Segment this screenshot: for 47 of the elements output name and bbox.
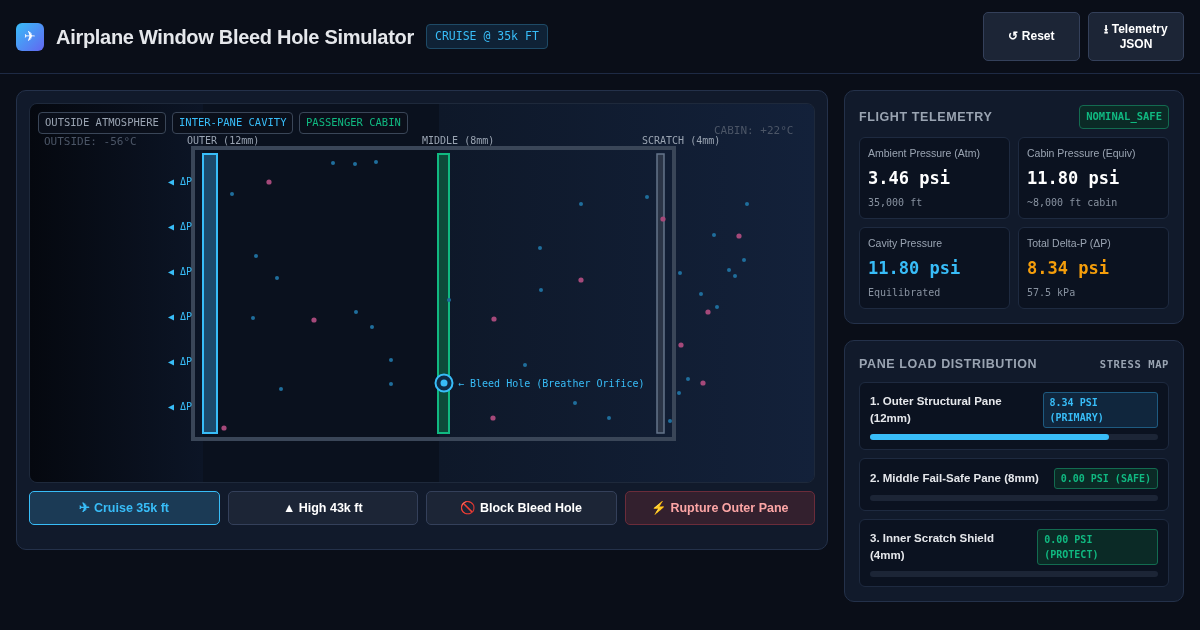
metric-label: Cabin Pressure (Equiv) bbox=[1027, 145, 1137, 161]
zone-legend-chip: OUTSIDE ATMOSPHERE bbox=[38, 112, 166, 134]
pane-name: 2. Middle Fail-Safe Pane (8mm) bbox=[870, 470, 1039, 486]
bleed-hole-label: ← Bleed Hole (Breather Orifice) bbox=[458, 377, 645, 391]
pressure-arrow-label: ◀ ΔP bbox=[168, 355, 193, 369]
metric-value: 3.46 psi bbox=[868, 166, 951, 190]
temperature-label: CABIN: +22°C bbox=[714, 123, 794, 137]
pane-label: MIDDLE (8mm) bbox=[422, 134, 495, 148]
scenario-button[interactable]: ⚡ Rupture Outer Pane bbox=[624, 491, 815, 525]
pressure-arrow-label: ◀ ΔP bbox=[168, 175, 193, 189]
temperature-label: OUTSIDE: -56°C bbox=[44, 134, 137, 150]
metric-label: Ambient Pressure (Atm) bbox=[868, 145, 982, 161]
metric-note: 57.5 kPa bbox=[1027, 286, 1077, 301]
bleed-hole-icon bbox=[434, 373, 454, 393]
metric-value: 8.34 psi bbox=[1027, 256, 1110, 280]
export-button[interactable]: ⭳ Telemetry JSON bbox=[1088, 12, 1184, 61]
pressure-arrow-label: ◀ ΔP bbox=[168, 220, 193, 234]
plane-icon: ✈ bbox=[16, 22, 44, 51]
pressure-arrow-label: ◀ ΔP bbox=[168, 310, 193, 324]
pane-label: SCRATCH (4mm) bbox=[642, 134, 721, 148]
metric-label: Total Delta-P (ΔP) bbox=[1027, 236, 1112, 251]
pane-name: 3. Inner Scratch Shield (4mm) bbox=[870, 530, 995, 563]
pane-label: OUTER (12mm) bbox=[187, 134, 260, 148]
pane-name: 1. Outer Structural Pane (12mm) bbox=[870, 393, 1003, 426]
metric-label: Cavity Pressure bbox=[868, 236, 944, 251]
load-reading: 0.00 PSI (PROTECT) bbox=[1037, 529, 1158, 565]
status-badge: NOMINAL_SAFE bbox=[1079, 105, 1169, 129]
metric-value: 11.80 psi bbox=[1027, 166, 1121, 190]
zone-legend-chip: PASSENGER CABIN bbox=[299, 112, 408, 134]
panel-title: FLIGHT TELEMETRY bbox=[859, 108, 993, 126]
load-reading: 8.34 PSI (PRIMARY) bbox=[1042, 392, 1158, 428]
metric-note: 35,000 ft bbox=[868, 196, 924, 210]
pressure-arrow-label: ◀ ΔP bbox=[168, 265, 193, 279]
scenario-button[interactable]: ▲ High 43k ft bbox=[227, 491, 418, 525]
reset-button[interactable]: ↺ Reset bbox=[983, 12, 1080, 61]
metric-note: ~8,000 ft cabin bbox=[1027, 196, 1119, 210]
load-reading: 0.00 PSI (SAFE) bbox=[1053, 468, 1158, 489]
app-title: Airplane Window Bleed Hole Simulator bbox=[56, 24, 414, 50]
zone-legend-chip: INTER-PANE CAVITY bbox=[172, 112, 294, 134]
pressure-arrow-label: ◀ ΔP bbox=[168, 400, 193, 414]
panel-subtitle: STRESS MAP bbox=[1099, 356, 1169, 372]
scenario-button[interactable]: ✈ Cruise 35k ft bbox=[29, 491, 220, 525]
mode-badge: CRUISE @ 35k FT bbox=[425, 23, 548, 50]
metric-value: 11.80 psi bbox=[868, 256, 962, 280]
scenario-button[interactable]: 🚫 Block Bleed Hole bbox=[426, 491, 617, 525]
panel-title: PANE LOAD DISTRIBUTION bbox=[859, 356, 1038, 374]
metric-note: Equilibrated bbox=[868, 286, 942, 301]
